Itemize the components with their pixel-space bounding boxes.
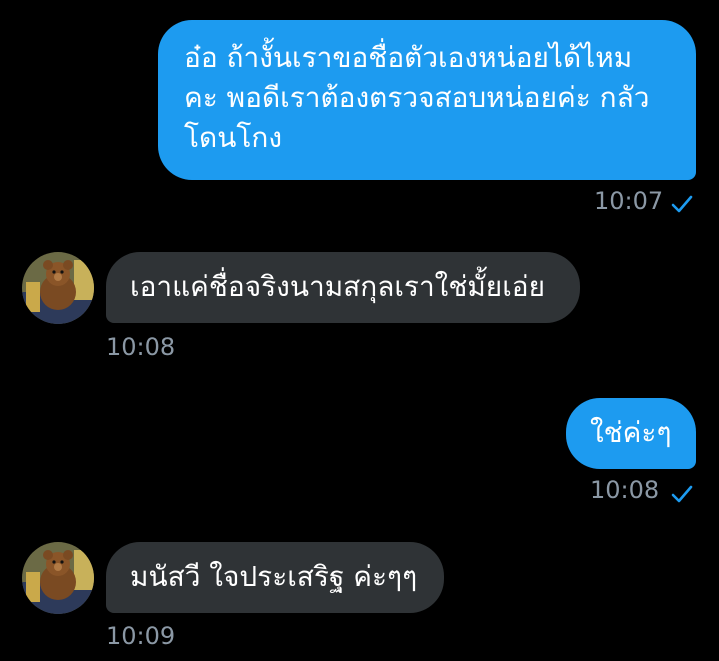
outgoing-message-bubble[interactable]: ใช่ค่ะๆ <box>566 398 696 469</box>
checkmark-icon <box>671 195 693 213</box>
avatar[interactable] <box>22 252 94 324</box>
message-text: ใช่ค่ะๆ <box>590 416 672 449</box>
incoming-message-bubble[interactable]: มนัสวี ใจประเสริฐ ค่ะๆๆ <box>106 542 444 613</box>
message-timestamp: 10:08 <box>590 476 660 504</box>
avatar[interactable] <box>22 542 94 614</box>
teddy-bear-avatar-icon <box>22 252 94 324</box>
message-text-line: อ๋อ ถ้างั้นเราขอชื่อตัวเองหน่อยได้ไหม <box>184 41 633 74</box>
message-text: เอาแค่ชื่อจริงนามสกุลเราใช่มั้ยเอ่ย <box>130 270 546 303</box>
chat-screen: { "messages": [ {"direction": "outgoing"… <box>0 0 719 661</box>
message-text-line: โดนโกง <box>184 121 283 154</box>
message-timestamp: 10:07 <box>594 187 664 215</box>
checkmark-icon <box>671 485 693 503</box>
incoming-message-bubble[interactable]: เอาแค่ชื่อจริงนามสกุลเราใช่มั้ยเอ่ย <box>106 252 580 323</box>
message-text: มนัสวี ใจประเสริฐ ค่ะๆๆ <box>130 560 418 593</box>
message-timestamp: 10:08 <box>106 333 176 361</box>
teddy-bear-avatar-icon <box>22 542 94 614</box>
message-text-line: คะ พอดีเราต้องตรวจสอบหน่อยค่ะ กลัว <box>184 81 650 114</box>
message-timestamp: 10:09 <box>106 622 176 650</box>
outgoing-message-bubble[interactable]: อ๋อ ถ้างั้นเราขอชื่อตัวเองหน่อยได้ไหม คะ… <box>158 20 696 180</box>
